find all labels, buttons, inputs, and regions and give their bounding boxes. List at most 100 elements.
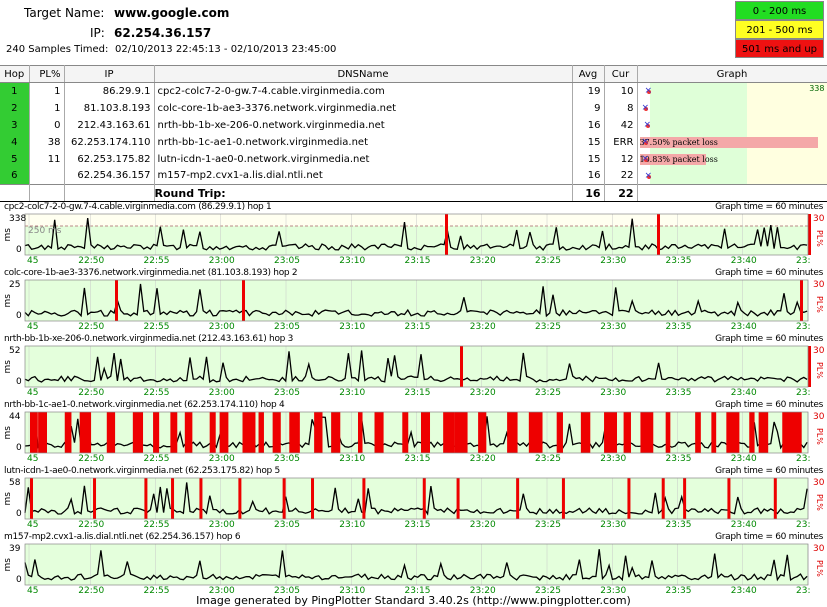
time-tick-label: 23:30 [600,388,627,398]
time-tick-label: 22:50 [78,520,105,530]
pl-axis-label: PL% [815,428,824,445]
avg-marker: × [641,153,650,164]
target-name-value: www.google.com [114,6,230,20]
time-tick-label: 23:10 [339,256,366,266]
time-tick-label: 45 [27,520,39,530]
hop-graph[interactable]: lutn-icdn-1-ae0-0.network.virginmedia.ne… [0,466,827,532]
graph-scale-max: 338 [809,84,825,93]
dns-value: cpc2-colc7-2-0-gw.7-4.cable.virginmedia.… [154,82,573,100]
mini-graph-cell: × 338 [637,82,827,100]
y-axis-label: ms [3,294,13,308]
avg-marker: × [641,136,650,147]
col-hop-header[interactable]: Hop [0,65,30,83]
y-zero-label: 0 [16,509,22,519]
round-trip-row: Round Trip: 16 22 [0,184,827,202]
time-tick-label: 23:30 [600,256,627,266]
table-row[interactable]: 4 38 62.253.174.110 nrth-bb-1c-ae1-0.networ… [0,133,827,151]
hop-number: 1 [0,82,30,100]
time-tick-label: 23:40 [730,454,757,464]
time-tick-label: 22:55 [143,322,170,332]
col-cur-header[interactable]: Cur [604,65,638,83]
pl-max-label: 30 [813,478,825,488]
time-tick-label: 23:35 [665,454,692,464]
yellow-zone [746,167,826,185]
time-tick-label: 22:55 [143,256,170,266]
time-tick-label: 45 [27,454,39,464]
pl-axis-label: PL% [815,362,824,379]
time-tick-label: 23:25 [535,388,561,398]
cur-value: 22 [604,167,638,185]
col-avg-header[interactable]: Avg [572,65,605,83]
ip-value: 62.254.36.157 [114,26,212,40]
y-axis-label: ms [3,228,13,242]
time-tick-label: 23:00 [208,388,235,398]
mini-graph-cell: × [637,116,827,134]
time-tick-label: 23:05 [274,256,300,266]
time-tick-label: 22:50 [78,256,105,266]
time-tick-label: 23: [796,454,811,464]
table-row[interactable]: 1 1 86.29.9.1 cpc2-colc7-2-0-gw.7-4.cable.v… [0,82,827,100]
time-tick-label: 23:00 [208,322,235,332]
time-tick-label: 23:25 [535,322,561,332]
y-axis-label: ms [3,558,13,572]
avg-value: 16 [572,116,605,134]
time-tick-label: 23:10 [339,520,366,530]
time-tick-label: 23:00 [208,454,235,464]
cur-value: 12 [604,150,638,168]
pl-max-label: 30 [813,346,825,356]
green-zone [649,167,747,185]
y-max-label: 52 [9,346,21,356]
time-tick-label: 23:20 [469,388,496,398]
time-graphs: cpc2-colc7-2-0-gw.7-4.cable.virginmedia.… [0,201,827,598]
time-tick-label: 23:30 [600,322,627,332]
green-zone [649,99,747,117]
y-max-label: 44 [9,412,21,422]
y-zero-label: 0 [16,443,22,453]
y-axis-label: ms [3,360,13,374]
hop-number: 5 [0,150,30,168]
ip-value: 62.253.175.82 [64,150,155,168]
hop-graph[interactable]: m157-mp2.cvx1-a.lis.dial.ntli.net (62.25… [0,532,827,598]
col-pl-header[interactable]: PL% [29,65,65,83]
time-tick-label: 23:40 [730,322,757,332]
hop-graph[interactable]: nrth-bb-1c-ae1-0.network.virginmedia.net… [0,400,827,466]
col-ip-header[interactable]: IP [64,65,155,83]
y-zero-label: 0 [16,575,22,585]
time-tick-label: 45 [27,322,39,332]
time-tick-label: 22:50 [78,454,105,464]
table-row[interactable]: 2 1 81.103.8.193 colc-core-1b-ae3-3376.netw… [0,99,827,117]
table-row[interactable]: 6 62.254.36.157 m157-mp2.cvx1-a.lis.dial.n… [0,167,827,185]
time-tick-label: 23:40 [730,388,757,398]
time-tick-label: 23: [796,520,811,530]
col-dns-header[interactable]: DNSName [154,65,573,83]
table-row[interactable]: 3 0 212.43.163.61 nrth-bb-1b-xe-206-0.netwo… [0,116,827,134]
time-tick-label: 23:15 [404,388,431,398]
hop-graph[interactable]: nrth-bb-1b-xe-206-0.network.virginmedia.… [0,334,827,400]
time-tick-label: 23:05 [274,322,300,332]
target-header: Target Name: www.google.com IP: 62.254.3… [0,0,827,64]
time-tick-label: 23:15 [404,322,431,332]
col-graph-header[interactable]: Graph [637,65,827,83]
pl-value: 0 [29,116,65,134]
yellow-zone [746,150,826,168]
time-tick-label: 45 [27,256,39,266]
cur-value: 42 [604,116,638,134]
cur-value: 8 [604,99,638,117]
round-trip-avg: 16 [572,184,605,202]
ip-value: 62.253.174.110 [64,133,155,151]
pl-value: 38 [29,133,65,151]
hop-graph[interactable]: colc-core-1b-ae3-3376.network.virginmedi… [0,268,827,334]
ref-line-label: 250 ms [28,226,62,236]
dns-value: nrth-bb-1b-xe-206-0.network.virginmedia.… [154,116,573,134]
hop-graph[interactable]: cpc2-colc7-2-0-gw.7-4.cable.virginmedia.… [0,202,827,268]
mini-graph-cell: 37.50% packet loss × [637,133,827,151]
time-tick-label: 23:00 [208,256,235,266]
y-max-label: 25 [9,280,21,290]
yellow-zone [746,116,826,134]
table-row[interactable]: 5 11 62.253.175.82 lutn-icdn-1-ae0-0.networ… [0,150,827,168]
y-zero-label: 0 [16,311,22,321]
ip-value: 81.103.8.193 [64,99,155,117]
mini-graph-cell: × [637,99,827,117]
time-tick-label: 23:35 [665,388,692,398]
avg-marker: × [644,86,653,96]
